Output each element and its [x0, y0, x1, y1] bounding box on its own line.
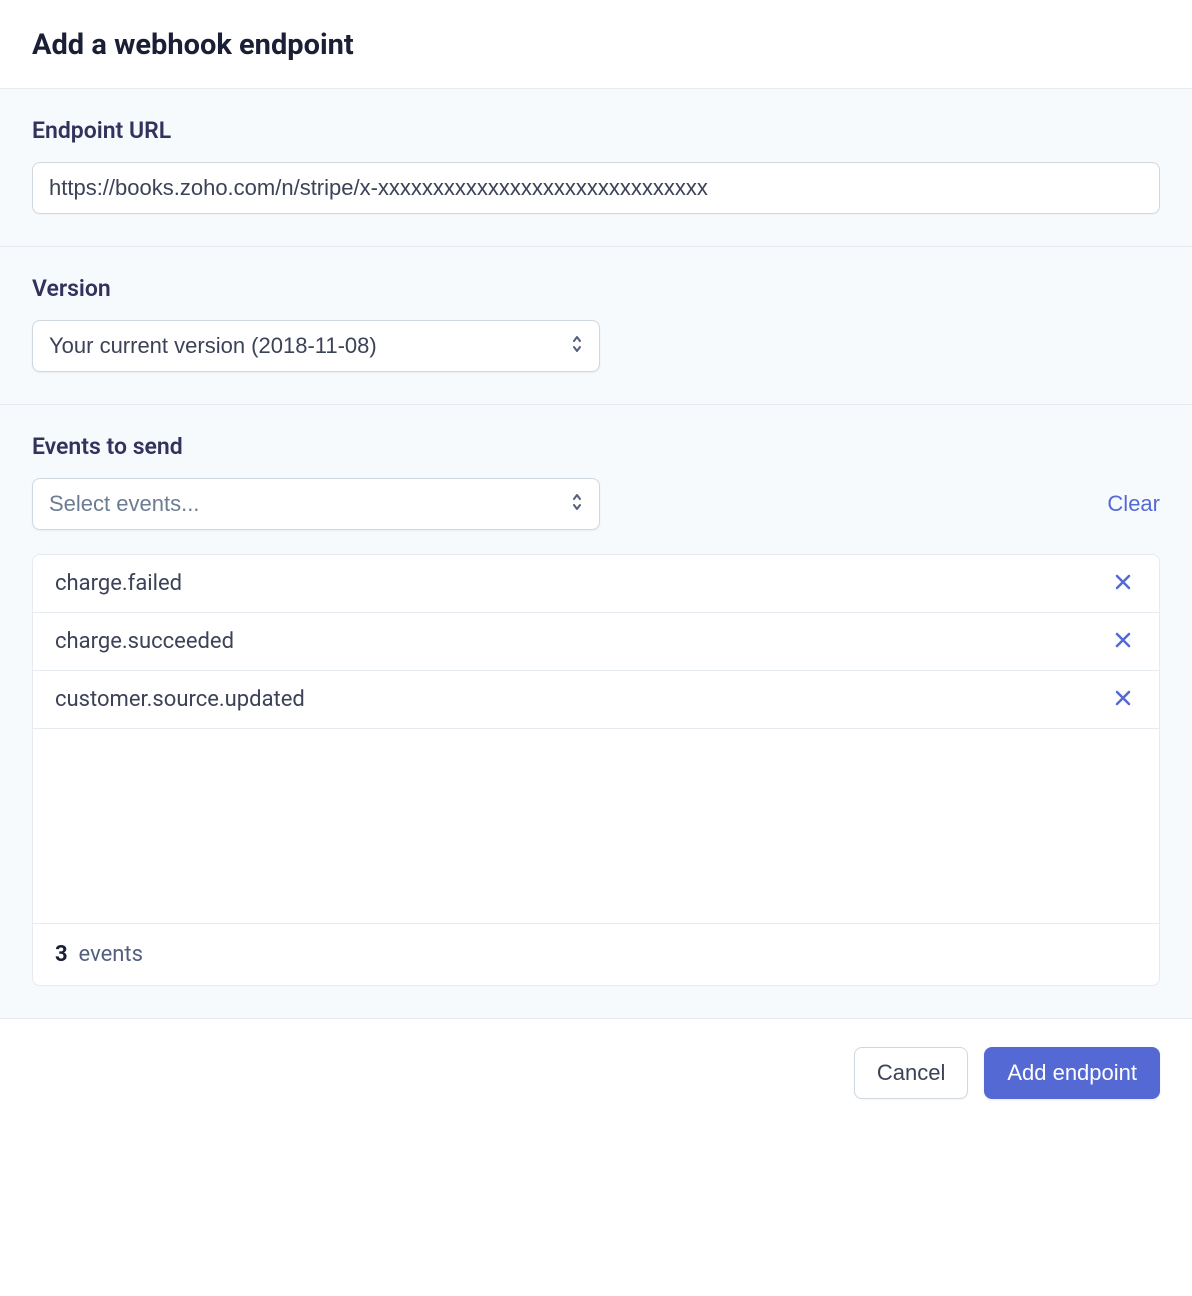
event-name: customer.source.updated [55, 687, 305, 712]
events-section: Events to send Select events... Clear ch… [0, 405, 1192, 1019]
endpoint-url-section: Endpoint URL [0, 89, 1192, 247]
event-name: charge.failed [55, 571, 182, 596]
remove-event-button[interactable] [1109, 568, 1137, 599]
close-icon [1113, 630, 1133, 653]
version-select[interactable]: Your current version (2018-11-08) [32, 320, 600, 372]
event-item: customer.source.updated [33, 671, 1159, 729]
event-item: charge.succeeded [33, 613, 1159, 671]
events-controls-row: Select events... Clear [32, 478, 1160, 530]
events-count-label: events [79, 942, 143, 967]
events-count: 3 [55, 942, 68, 967]
add-endpoint-button[interactable]: Add endpoint [984, 1047, 1160, 1099]
endpoint-url-input[interactable] [32, 162, 1160, 214]
events-list-spacer [33, 729, 1159, 924]
dialog-footer: Cancel Add endpoint [0, 1019, 1192, 1127]
version-select-wrap: Your current version (2018-11-08) [32, 320, 600, 372]
clear-events-button[interactable]: Clear [1107, 491, 1160, 517]
version-label: Version [32, 275, 1160, 302]
add-webhook-dialog: Add a webhook endpoint Endpoint URL Vers… [0, 0, 1192, 1127]
events-count-footer: 3 events [33, 924, 1159, 985]
event-item: charge.failed [33, 555, 1159, 613]
remove-event-button[interactable] [1109, 626, 1137, 657]
dialog-title: Add a webhook endpoint [32, 28, 1160, 62]
events-label: Events to send [32, 433, 1160, 460]
remove-event-button[interactable] [1109, 684, 1137, 715]
close-icon [1113, 688, 1133, 711]
event-name: charge.succeeded [55, 629, 234, 654]
close-icon [1113, 572, 1133, 595]
dialog-header: Add a webhook endpoint [0, 0, 1192, 89]
selected-events-list: charge.failed charge.succeeded [32, 554, 1160, 986]
endpoint-url-label: Endpoint URL [32, 117, 1160, 144]
events-select[interactable]: Select events... [32, 478, 600, 530]
version-section: Version Your current version (2018-11-08… [0, 247, 1192, 405]
cancel-button[interactable]: Cancel [854, 1047, 968, 1099]
events-select-wrap: Select events... [32, 478, 600, 530]
